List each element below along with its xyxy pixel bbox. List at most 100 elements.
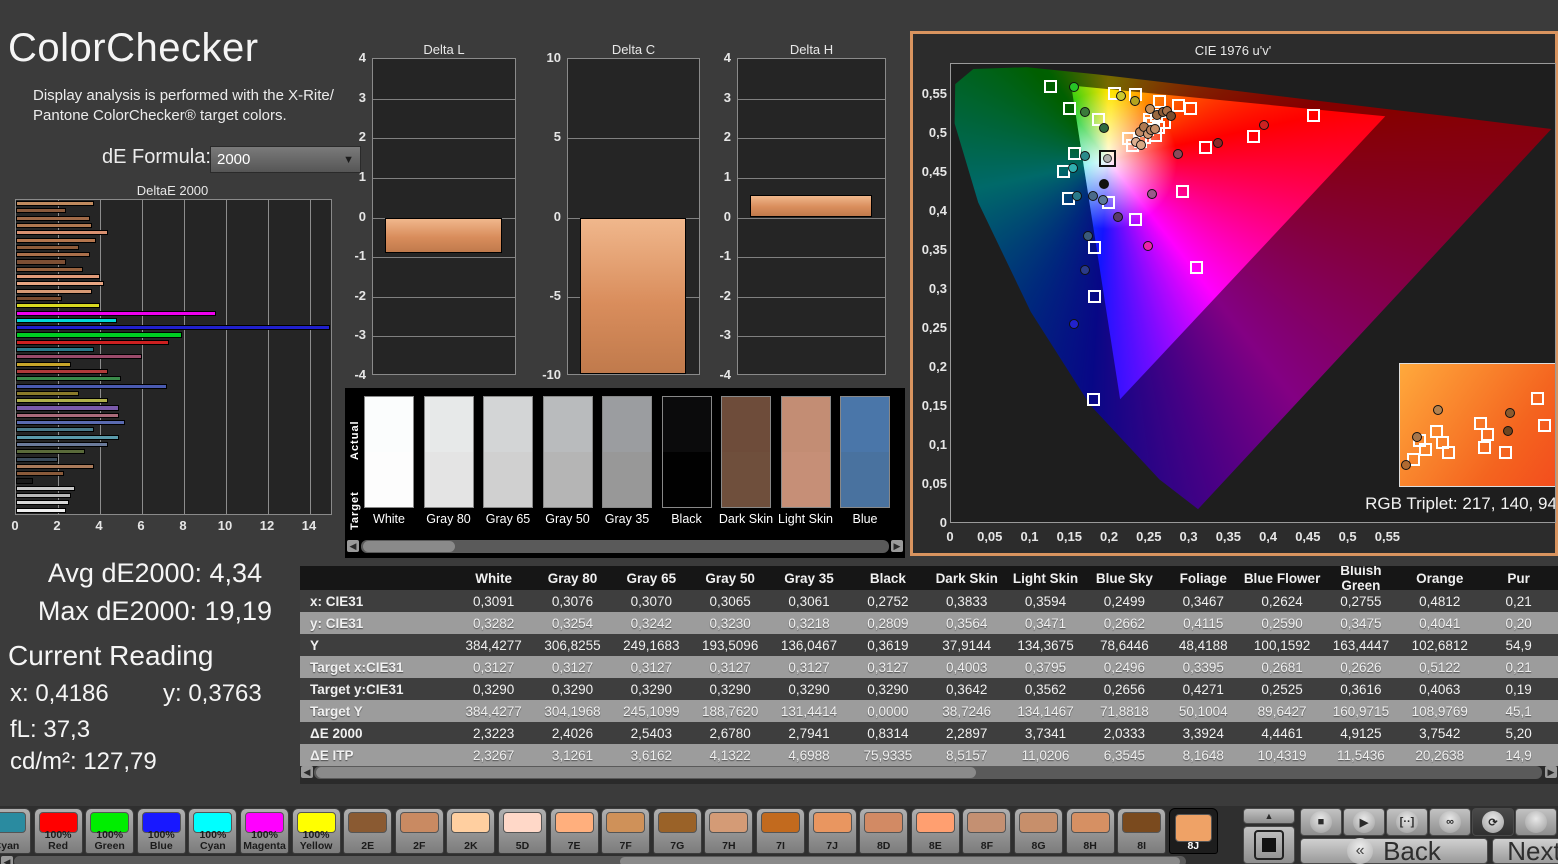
patch-tab-8i[interactable]: 8I [1117,808,1166,854]
patch-tab-cyan[interactable]: Cyan [0,808,31,854]
y-tick-label: 0 [703,209,731,224]
swatch-white[interactable] [364,396,414,508]
y-tick-label: 3 [703,90,731,105]
blank-button[interactable] [1515,808,1557,836]
patch-tab-7f[interactable]: 7F [601,808,650,854]
stop-measure-button[interactable] [1243,826,1295,864]
infinity-icon: ∞ [1439,811,1461,833]
deltae-bar [16,208,66,213]
swatch-scroll-right-icon[interactable]: ▶ [891,540,903,552]
patch-tab-7j[interactable]: 7J [808,808,857,854]
tab-scroll-up-button[interactable]: ▲ [1243,808,1295,824]
de-formula-label: dE Formula: [102,146,211,169]
patch-tab-label: 2K [447,841,494,852]
patch-tab-100-red[interactable]: 100% Red [34,808,83,854]
gridline [310,200,311,514]
swatch-scroll-left-icon[interactable]: ◀ [347,540,359,552]
patch-tab-100-yellow[interactable]: 100% Yellow [292,808,341,854]
stop-button[interactable]: ■ [1300,808,1342,836]
patch-tab-label: 8I [1118,841,1165,852]
deltae-bar [16,289,92,294]
patch-color-chip [967,812,1006,833]
patch-tab-7h[interactable]: 7H [704,808,753,854]
table-scrollbar[interactable] [314,766,1542,779]
gridline [738,297,885,298]
patch-tab-8h[interactable]: 8H [1066,808,1115,854]
deltae-bar [16,384,167,389]
deltae-bar [16,427,94,432]
patch-color-chip [864,812,903,833]
y-tick-label: 1 [338,169,366,184]
deltae-bar [16,296,62,301]
gridline [226,200,227,514]
swatch-blue[interactable] [840,396,890,508]
deltae-bar [16,405,119,410]
gridline [738,257,885,258]
infinity-button[interactable]: ∞ [1429,808,1471,836]
target-marker [1044,80,1057,93]
table-cell: 2,5403 [612,726,691,741]
patch-tab-8d[interactable]: 8D [859,808,908,854]
table-scroll-right-icon[interactable]: ▶ [1545,766,1557,778]
next-button[interactable]: Next » [1492,838,1558,864]
table-cell: 0,2662 [1085,616,1164,631]
table-cell: 0,3290 [612,682,691,697]
swatch-black[interactable] [662,396,712,508]
patch-tab-8g[interactable]: 8G [1014,808,1063,854]
swatch-light-skin[interactable] [781,396,831,508]
patch-tab-7e[interactable]: 7E [550,808,599,854]
patch-tab-label: 2E [344,841,391,852]
gridline [184,200,185,514]
patch-tab-label: 8G [1015,841,1062,852]
patch-tab-100-cyan[interactable]: 100% Cyan [188,808,237,854]
delta-bar [580,218,686,375]
deltae-bar [16,311,216,316]
table-cell: 0,3833 [927,594,1006,609]
range-button[interactable]: [··] [1386,808,1428,836]
play-button[interactable]: ▶ [1343,808,1385,836]
table-cell: 45,1 [1479,704,1558,719]
x-tick-label: 6 [129,518,153,533]
patch-tab-8j[interactable]: 8J [1169,808,1218,854]
back-button[interactable]: « Back [1300,838,1488,864]
patch-tab-7g[interactable]: 7G [653,808,702,854]
patch-tab-2f[interactable]: 2F [395,808,444,854]
swatch-gray-80[interactable] [424,396,474,508]
swatch-gray-50[interactable] [543,396,593,508]
toolbar-scroll-left-icon[interactable]: ◀ [1,856,13,864]
table-cell: 6,3545 [1085,748,1164,763]
patch-tab-2e[interactable]: 2E [343,808,392,854]
swatch-label: Gray 35 [597,512,657,526]
cie-y-tick-label: 0,15 [907,398,947,413]
patch-color-chip [813,812,852,833]
refresh-button[interactable]: ⟳ [1472,808,1514,836]
patch-tab-100-green[interactable]: 100% Green [85,808,134,854]
row-label: Y [300,638,454,653]
table-scroll-left-icon[interactable]: ◀ [301,766,313,778]
y-tick-label: -3 [338,327,366,342]
patch-tab-8f[interactable]: 8F [962,808,1011,854]
inset-target-marker [1538,419,1551,432]
table-cell: 0,3127 [770,660,849,675]
next-label: Next [1507,836,1558,864]
patch-tab-100-magenta[interactable]: 100% Magenta [240,808,289,854]
swatch-scrollbar[interactable] [361,540,889,553]
patch-tab-7i[interactable]: 7I [756,808,805,854]
patch-tab-8e[interactable]: 8E [911,808,960,854]
delta-l-chart [372,58,516,375]
swatch-dark-skin[interactable] [721,396,771,508]
deltae-bar [16,398,108,403]
swatch-label: Light Skin [776,512,836,526]
toolbar-scrollbar[interactable] [14,856,1186,864]
x-tick-label: 4 [87,518,111,533]
swatch-gray-65[interactable] [483,396,533,508]
patch-tab-label: 100% Yellow [293,830,340,852]
patch-tab-100-blue[interactable]: 100% Blue [137,808,186,854]
table-cell: 0,4812 [1400,594,1479,609]
swatch-gray-35[interactable] [602,396,652,508]
measurement-marker [1099,179,1109,189]
patch-tab-5d[interactable]: 5D [498,808,547,854]
table-cell: 8,5157 [927,748,1006,763]
measurement-marker [1080,151,1090,161]
patch-tab-2k[interactable]: 2K [446,808,495,854]
